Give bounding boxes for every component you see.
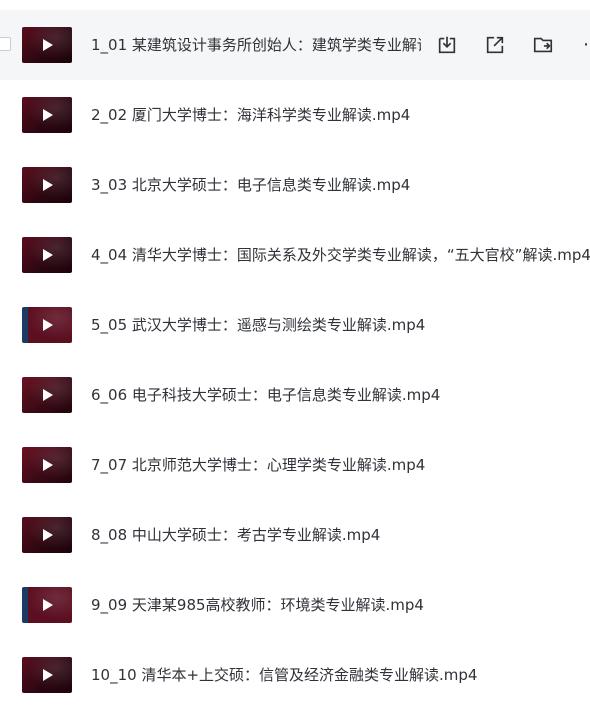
share-button[interactable]: [478, 28, 512, 62]
play-icon: [43, 599, 53, 611]
file-row[interactable]: 6_06 电子科技大学硕士：电子信息类专业解读.mp4: [0, 360, 590, 430]
play-icon: [43, 459, 53, 471]
video-thumbnail[interactable]: [22, 97, 72, 133]
play-icon: [43, 179, 53, 191]
file-list: 1_01 某建筑设计事务所创始人：建筑学类专业解读.mp4 ⋯ 2_02 厦门大学博…: [0, 10, 590, 710]
video-thumbnail[interactable]: [22, 167, 72, 203]
file-row[interactable]: 1_01 某建筑设计事务所创始人：建筑学类专业解读.mp4 ⋯: [0, 10, 590, 80]
file-name[interactable]: 4_04 清华大学博士：国际关系及外交学类专业解读，“五大官校”解读.mp4: [91, 220, 590, 290]
play-icon: [43, 389, 53, 401]
file-row[interactable]: 9_09 天津某985高校教师：环境类专业解读.mp4: [0, 570, 590, 640]
video-thumbnail[interactable]: [22, 657, 72, 693]
play-icon: [43, 39, 53, 51]
play-icon: [43, 669, 53, 681]
row-actions: [430, 10, 574, 80]
file-name[interactable]: 10_10 清华本+上交硕：信管及经济金融类专业解读.mp4: [91, 640, 477, 710]
file-row[interactable]: 7_07 北京师范大学博士：心理学类专业解读.mp4: [0, 430, 590, 500]
video-thumbnail[interactable]: [22, 307, 72, 343]
video-thumbnail[interactable]: [22, 377, 72, 413]
file-name[interactable]: 9_09 天津某985高校教师：环境类专业解读.mp4: [91, 570, 424, 640]
video-thumbnail[interactable]: [22, 517, 72, 553]
video-thumbnail[interactable]: [22, 587, 72, 623]
play-icon: [43, 109, 53, 121]
file-row[interactable]: 10_10 清华本+上交硕：信管及经济金融类专业解读.mp4: [0, 640, 590, 710]
download-button[interactable]: [430, 28, 464, 62]
file-name[interactable]: 8_08 中山大学硕士：考古学专业解读.mp4: [91, 500, 380, 570]
file-row[interactable]: 3_03 北京大学硕士：电子信息类专业解读.mp4: [0, 150, 590, 220]
file-row[interactable]: 5_05 武汉大学博士：遥感与测绘类专业解读.mp4: [0, 290, 590, 360]
move-to-folder-icon: [532, 34, 554, 56]
file-name[interactable]: 3_03 北京大学硕士：电子信息类专业解读.mp4: [91, 150, 410, 220]
file-row[interactable]: 2_02 厦门大学博士：海洋科学类专业解读.mp4: [0, 80, 590, 150]
play-icon: [43, 529, 53, 541]
file-name[interactable]: 5_05 武汉大学博士：遥感与测绘类专业解读.mp4: [91, 290, 425, 360]
download-icon: [436, 34, 458, 56]
play-icon: [43, 319, 53, 331]
select-checkbox[interactable]: [0, 37, 11, 51]
file-row[interactable]: 8_08 中山大学硕士：考古学专业解读.mp4: [0, 500, 590, 570]
file-name[interactable]: 7_07 北京师范大学博士：心理学类专业解读.mp4: [91, 430, 425, 500]
file-name[interactable]: 6_06 电子科技大学硕士：电子信息类专业解读.mp4: [91, 360, 440, 430]
video-thumbnail[interactable]: [22, 447, 72, 483]
file-name[interactable]: 2_02 厦门大学博士：海洋科学类专业解读.mp4: [91, 80, 410, 150]
file-name[interactable]: 1_01 某建筑设计事务所创始人：建筑学类专业解读.mp4: [91, 10, 421, 80]
move-to-folder-button[interactable]: [526, 28, 560, 62]
file-row[interactable]: 4_04 清华大学博士：国际关系及外交学类专业解读，“五大官校”解读.mp4: [0, 220, 590, 290]
more-options-icon[interactable]: ⋯: [583, 35, 590, 55]
video-thumbnail[interactable]: [22, 237, 72, 273]
video-thumbnail[interactable]: [22, 27, 72, 63]
share-icon: [484, 34, 506, 56]
play-icon: [43, 249, 53, 261]
